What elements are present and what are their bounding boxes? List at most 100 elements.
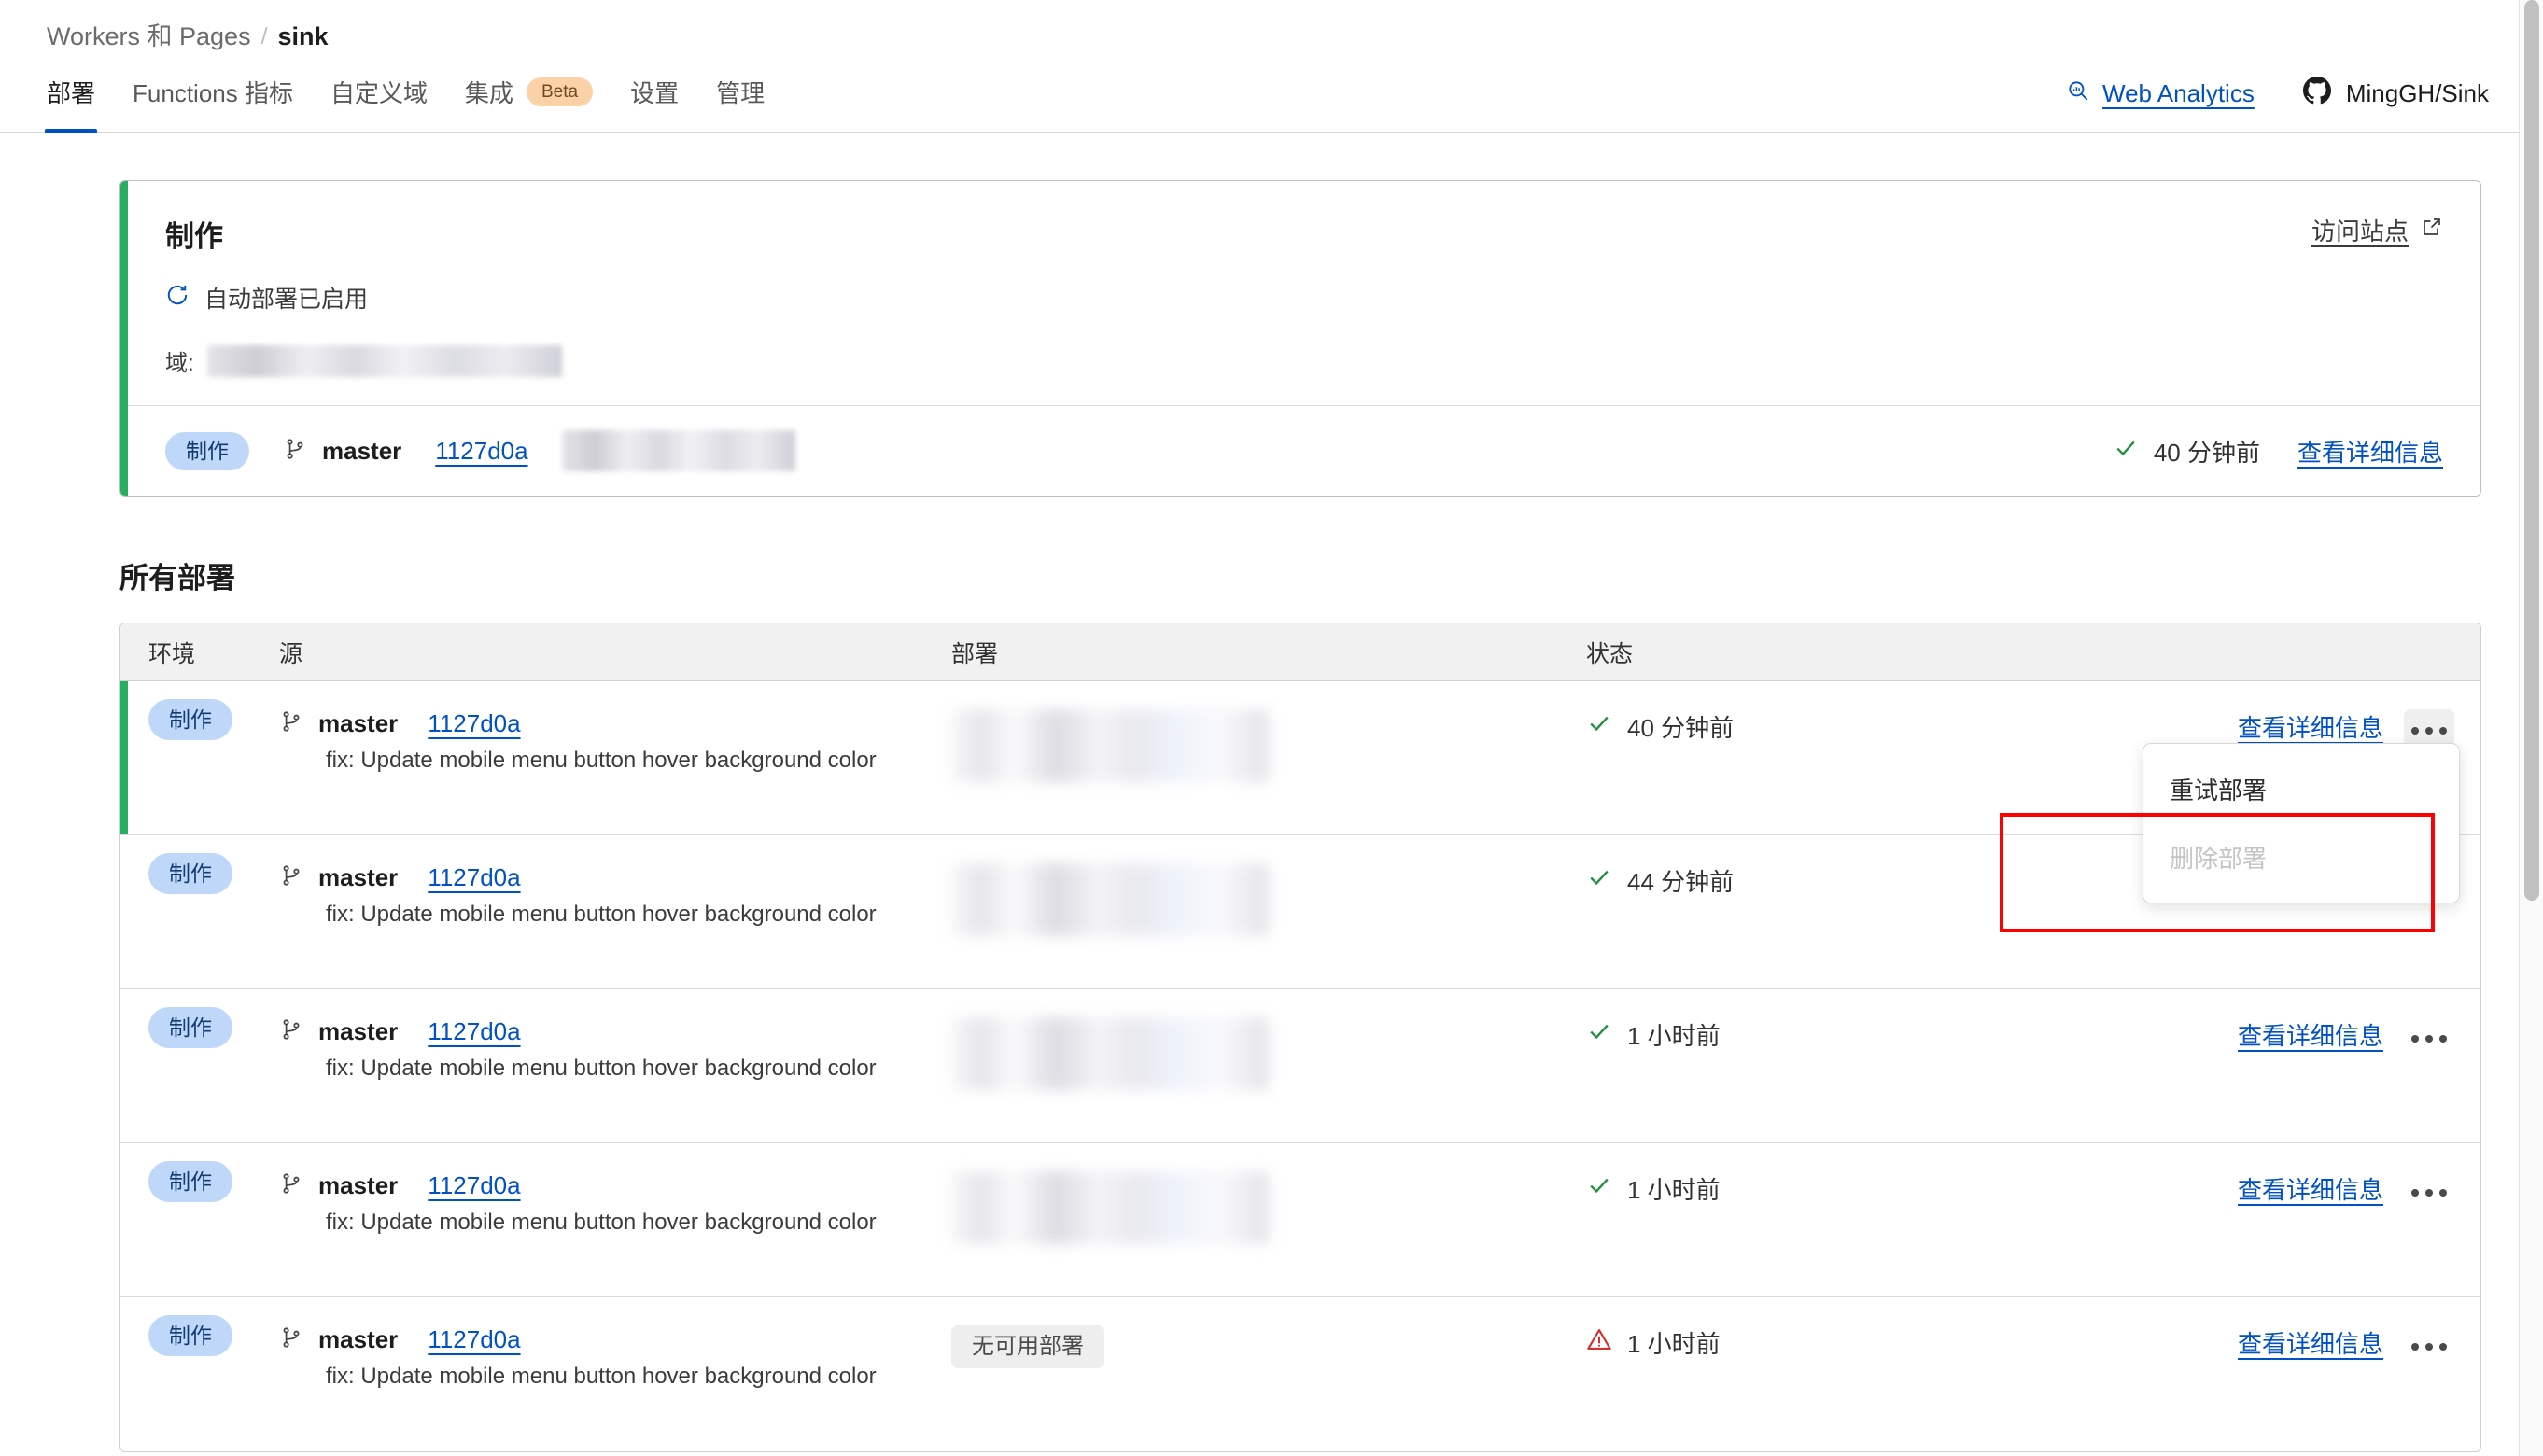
status-time: 1 小时前 bbox=[1627, 1022, 1721, 1051]
row-status-cell: 44 分钟前 bbox=[1586, 863, 1978, 898]
row-source-cell: master 1127d0a fix: Update mobile menu b… bbox=[279, 1171, 951, 1236]
branch-name: master bbox=[318, 863, 399, 892]
commit-hash-link[interactable]: 1127d0a bbox=[428, 1325, 520, 1354]
commit-hash-link[interactable]: 1127d0a bbox=[428, 863, 520, 892]
row-environment-cell: 制作 bbox=[120, 1315, 279, 1357]
column-header-environment: 环境 bbox=[148, 640, 196, 667]
web-analytics-link[interactable]: Web Analytics bbox=[2066, 78, 2255, 109]
git-branch-icon bbox=[279, 863, 303, 892]
row-status-cell: 1 小时前 bbox=[1586, 1171, 1978, 1206]
web-analytics-label: Web Analytics bbox=[2102, 79, 2255, 108]
menu-item-delete-deployment: 删除部署 bbox=[2170, 845, 2268, 874]
row-environment-cell: 制作 bbox=[120, 1161, 279, 1203]
external-link-icon bbox=[2421, 216, 2443, 245]
row-source-cell: master 1127d0a fix: Update mobile menu b… bbox=[279, 1017, 951, 1082]
github-repo-label: MingGH/Sink bbox=[2345, 79, 2489, 108]
branch-info: master bbox=[279, 1017, 398, 1046]
row-deployment-cell bbox=[951, 863, 1586, 941]
view-details-link[interactable]: 查看详细信息 bbox=[2238, 709, 2383, 744]
row-deployment-cell bbox=[951, 1171, 1586, 1249]
visit-site-label: 访问站点 bbox=[2311, 217, 2409, 246]
commit-message: fix: Update mobile menu button hover bac… bbox=[326, 1364, 877, 1390]
visit-site-button[interactable]: 访问站点 bbox=[2311, 213, 2443, 247]
status-time: 1 小时前 bbox=[1627, 1176, 1721, 1205]
deployment-url-redacted bbox=[951, 1017, 1269, 1091]
check-icon bbox=[1586, 864, 1612, 897]
row-environment-cell: 制作 bbox=[120, 1007, 279, 1049]
branch-info: master bbox=[279, 1171, 398, 1200]
branch-name: master bbox=[318, 1017, 399, 1046]
row-source-cell: master 1127d0a fix: Update mobile menu b… bbox=[279, 709, 951, 774]
github-icon bbox=[2302, 77, 2331, 111]
commit-hash-link[interactable]: 1127d0a bbox=[428, 709, 520, 738]
commit-message: fix: Update mobile menu button hover bac… bbox=[326, 902, 877, 928]
environment-badge: 制作 bbox=[148, 699, 232, 741]
tab-custom-domains[interactable]: 自定义域 bbox=[312, 75, 446, 132]
git-branch-icon bbox=[279, 1017, 303, 1046]
view-details-link[interactable]: 查看详细信息 bbox=[2238, 1017, 2383, 1052]
row-deployment-cell bbox=[951, 709, 1586, 787]
row-source-cell: master 1127d0a fix: Update mobile menu b… bbox=[279, 1325, 951, 1390]
domain-value-redacted bbox=[206, 344, 562, 377]
menu-item-retry-deployment[interactable]: 重试部署 bbox=[2143, 755, 2459, 823]
view-details-link[interactable]: 查看详细信息 bbox=[2238, 1325, 2383, 1360]
row-status-cell: 40 分钟前 bbox=[1586, 709, 1978, 744]
tab-manage[interactable]: 管理 bbox=[697, 75, 783, 132]
git-branch-icon bbox=[279, 1325, 303, 1354]
tab-label: 自定义域 bbox=[330, 79, 428, 108]
column-header-status: 状态 bbox=[1586, 640, 1634, 667]
table-row[interactable]: 制作 master 1127d0a fix: Update mobile men… bbox=[120, 681, 2480, 904]
all-deployments-title: 所有部署 bbox=[119, 562, 235, 595]
view-details-link[interactable]: 查看详细信息 bbox=[2238, 1171, 2383, 1206]
tab-functions-metrics[interactable]: Functions 指标 bbox=[114, 75, 312, 132]
table-header-row: 环境 源 部署 状态 bbox=[120, 623, 2480, 682]
commit-message: fix: Update mobile menu button hover bac… bbox=[326, 748, 877, 774]
table-row[interactable]: 制作 master 1127d0a fix: Update mobile men… bbox=[120, 1143, 2480, 1298]
check-icon bbox=[2113, 435, 2139, 468]
branch-name: master bbox=[318, 1171, 399, 1200]
table-row[interactable]: 制作 master 1127d0a fix: Update mobile men… bbox=[120, 835, 2480, 990]
table-row[interactable]: 制作 master 1127d0a fix: Update mobile men… bbox=[120, 1297, 2480, 1451]
row-actions-dropdown: 重试部署 删除部署 bbox=[2143, 743, 2460, 904]
deployment-url-redacted bbox=[561, 430, 795, 472]
row-menu-button[interactable] bbox=[2404, 1171, 2454, 1214]
commit-hash-link[interactable]: 1127d0a bbox=[428, 1017, 520, 1046]
breadcrumb-root-link[interactable]: Workers 和 Pages bbox=[47, 21, 251, 53]
status-time: 1 小时前 bbox=[1627, 1330, 1721, 1359]
commit-hash-link[interactable]: 1127d0a bbox=[435, 437, 527, 466]
header-actions: Web Analytics MingGH/Sink bbox=[2066, 77, 2489, 111]
row-actions-cell: 查看详细信息 bbox=[1978, 1171, 2480, 1214]
warning-icon bbox=[1586, 1326, 1612, 1359]
domain-row: 域: bbox=[165, 344, 2443, 377]
breadcrumb-separator: / bbox=[260, 23, 268, 50]
github-repo-link[interactable]: MingGH/Sink bbox=[2302, 77, 2489, 111]
environment-badge: 制作 bbox=[165, 431, 249, 470]
row-deployment-cell bbox=[951, 1017, 1586, 1095]
branch-name: master bbox=[318, 709, 399, 738]
breadcrumb: Workers 和 Pages / sink bbox=[0, 0, 2519, 53]
tab-settings[interactable]: 设置 bbox=[611, 75, 697, 132]
row-status-cell: 1 小时前 bbox=[1586, 1017, 1978, 1052]
production-card-footer: 制作 master 1127d0a 40 分钟前 查看详细信息 bbox=[120, 405, 2480, 496]
environment-badge: 制作 bbox=[148, 853, 232, 895]
table-row[interactable]: 制作 master 1127d0a fix: Update mobile men… bbox=[120, 989, 2480, 1144]
nav-tabs: 部署 Functions 指标 自定义域 集成 Beta 设置 管理 Web A… bbox=[0, 53, 2519, 134]
view-details-link[interactable]: 查看详细信息 bbox=[2297, 434, 2443, 469]
tab-deployments[interactable]: 部署 bbox=[28, 75, 114, 134]
tab-label: Functions 指标 bbox=[133, 79, 293, 108]
refresh-icon bbox=[165, 283, 190, 314]
environment-badge: 制作 bbox=[148, 1007, 232, 1049]
git-branch-icon bbox=[283, 437, 307, 466]
deployment-url-redacted bbox=[951, 863, 1269, 937]
scrollbar-thumb[interactable] bbox=[2524, 0, 2539, 901]
commit-hash-link[interactable]: 1127d0a bbox=[428, 1171, 520, 1200]
page-scrollbar[interactable] bbox=[2519, 0, 2543, 1456]
row-menu-button[interactable] bbox=[2404, 1325, 2454, 1368]
production-card: 制作 访问站点 自动部署已启用 域: 制作 master 1127d0a 40 … bbox=[119, 180, 2481, 497]
tab-integrations[interactable]: 集成 Beta bbox=[446, 75, 611, 132]
auto-deploy-label: 自动部署已启用 bbox=[204, 287, 369, 314]
commit-message: fix: Update mobile menu button hover bac… bbox=[326, 1210, 877, 1236]
deployment-status: 40 分钟前 bbox=[2113, 434, 2260, 469]
row-menu-button[interactable] bbox=[2404, 1017, 2454, 1060]
row-status-cell: 1 小时前 bbox=[1586, 1325, 1978, 1360]
